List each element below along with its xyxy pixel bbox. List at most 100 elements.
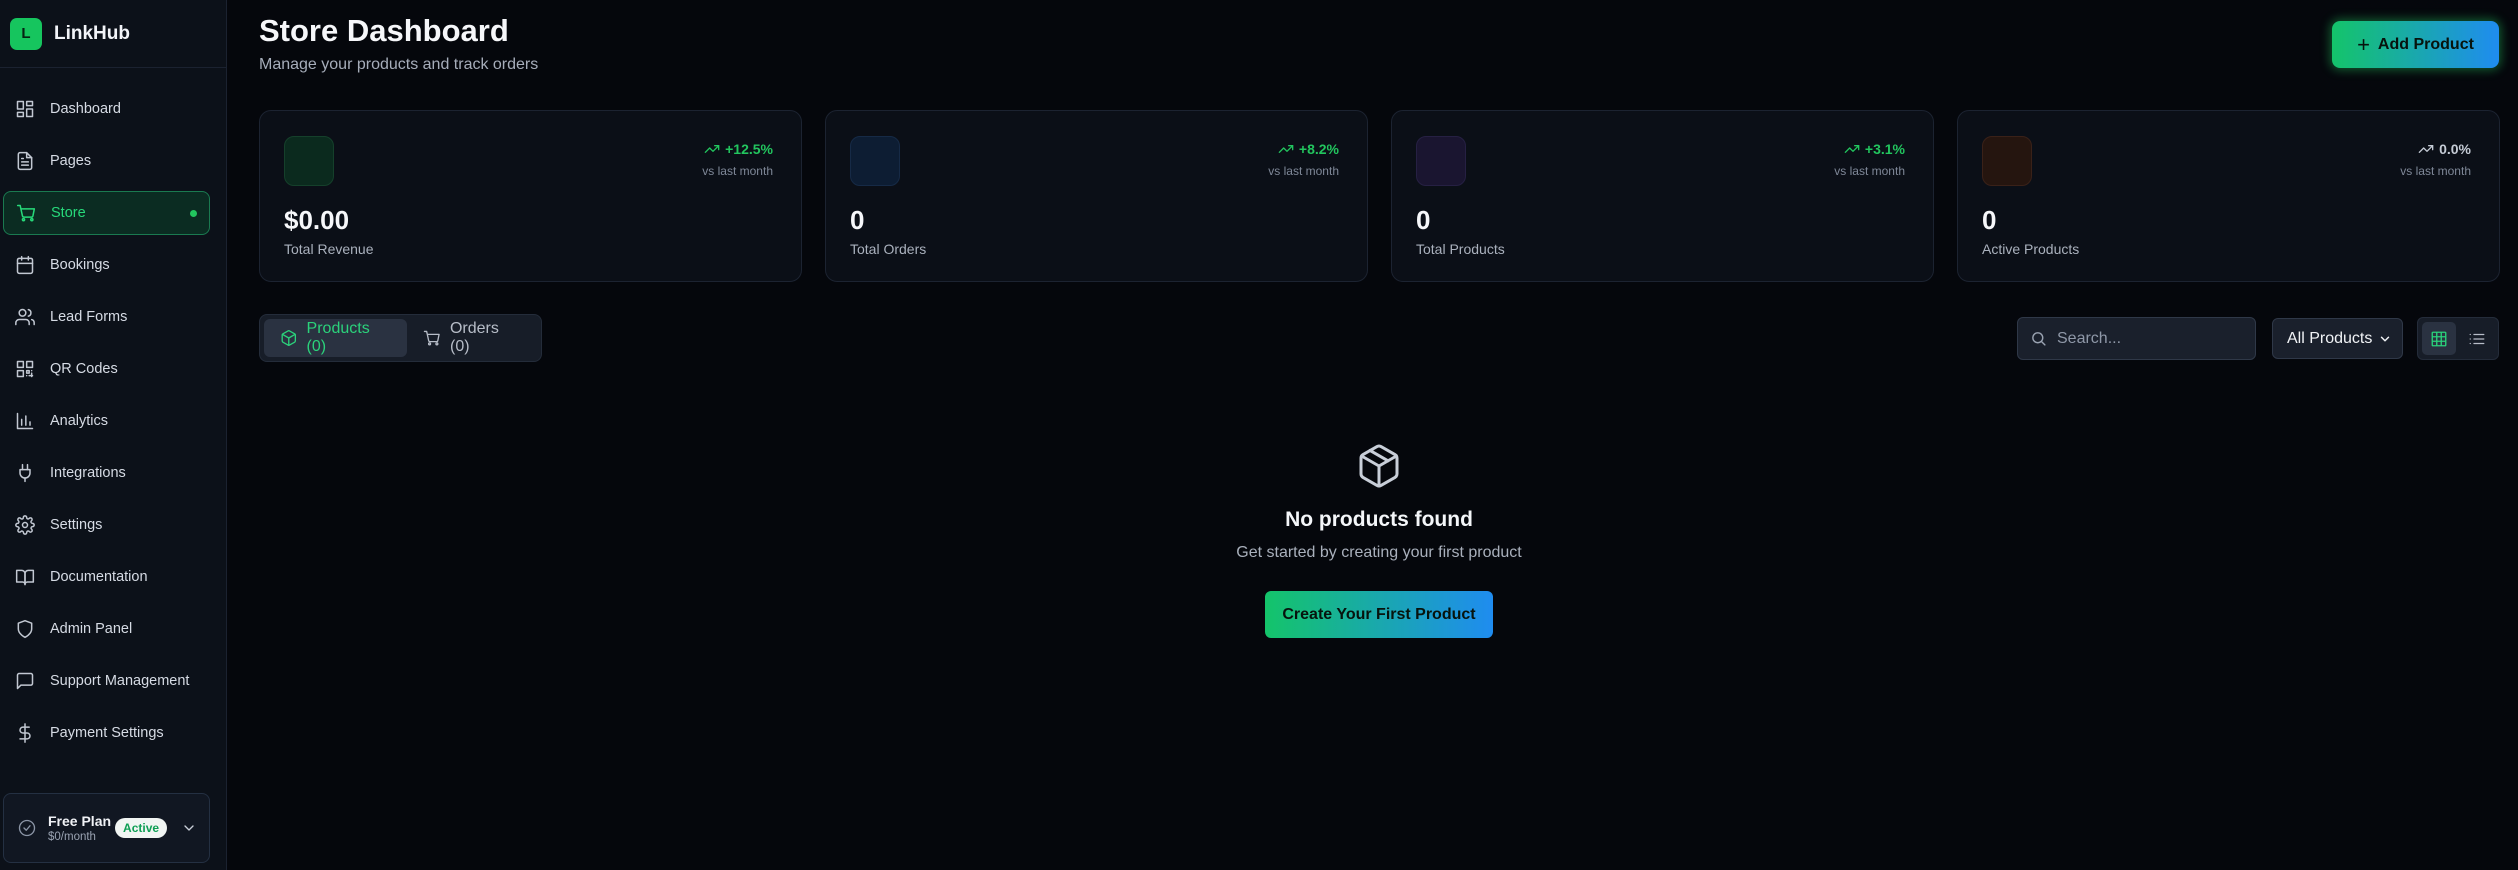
sidebar-item-bookings[interactable]: Bookings xyxy=(3,243,210,287)
sidebar-item-label: Documentation xyxy=(50,569,148,585)
check-circle-icon xyxy=(18,819,36,837)
plan-info: Free Plan $0/month xyxy=(48,813,111,843)
users-icon xyxy=(15,307,35,327)
shield-icon xyxy=(15,619,35,639)
search-box xyxy=(2017,317,2256,360)
gear-icon xyxy=(15,515,35,535)
search-icon xyxy=(2032,332,2046,346)
cart-icon xyxy=(424,330,441,346)
sidebar-item-label: QR Codes xyxy=(50,361,118,377)
stat-card-total-revenue: +12.5% vs last month $0.00 Total Revenue xyxy=(259,110,802,282)
stat-trend-value: +3.1% xyxy=(1864,141,1905,157)
stat-value: $0.00 xyxy=(284,205,350,235)
add-product-label: Add Product xyxy=(2377,35,2474,53)
plan-price: $0/month xyxy=(48,831,96,843)
active-indicator-dot xyxy=(190,209,197,217)
tab-label: Products (0) xyxy=(306,320,370,355)
empty-state-subtitle: Get started by creating your first produ… xyxy=(1236,544,1522,561)
tab-orders[interactable]: Orders (0) xyxy=(407,319,537,357)
stat-value: 0 xyxy=(1416,205,1431,235)
empty-state-title: No products found xyxy=(1285,508,1473,531)
sidebar-item-documentation[interactable]: Documentation xyxy=(3,555,210,599)
brand-name: LinkHub xyxy=(54,22,130,44)
dollar-icon xyxy=(15,723,35,743)
product-filter-select[interactable]: All Products xyxy=(2272,318,2403,359)
sidebar-item-label: Payment Settings xyxy=(50,725,164,741)
sidebar-item-label: Bookings xyxy=(50,257,110,273)
stat-trend: +8.2% xyxy=(1278,141,1339,157)
stat-trend: +3.1% xyxy=(1844,141,1905,157)
grid-view-button[interactable] xyxy=(2422,322,2456,355)
stat-value: 0 xyxy=(1982,205,1997,235)
sidebar-item-label: Lead Forms xyxy=(50,309,128,325)
stat-trend: 0.0% xyxy=(2418,141,2471,157)
stat-trend-value: 0.0% xyxy=(2439,141,2471,157)
document-icon xyxy=(15,151,35,171)
sidebar-item-qr-codes[interactable]: QR Codes xyxy=(3,347,210,391)
sidebar-item-settings[interactable]: Settings xyxy=(3,503,210,547)
box-icon xyxy=(281,330,297,346)
stat-trend: +12.5% xyxy=(704,141,773,157)
sidebar-item-label: Store xyxy=(51,205,86,221)
add-product-button[interactable]: + Add Product xyxy=(2332,21,2499,68)
filter-selected-value: All Products xyxy=(2287,329,2373,347)
plan-name: Free Plan xyxy=(48,813,112,829)
sidebar-item-dashboard[interactable]: Dashboard xyxy=(3,87,210,131)
sidebar-item-support-management[interactable]: Support Management xyxy=(3,659,210,703)
plan-card[interactable]: Free Plan $0/month Active xyxy=(3,793,210,863)
stat-icon-products xyxy=(1416,136,1466,186)
stat-label: Total Orders xyxy=(850,241,927,257)
trend-up-icon xyxy=(1278,145,1294,153)
stat-label: Total Products xyxy=(1416,241,1505,257)
stat-card-total-orders: +8.2% vs last month 0 Total Orders xyxy=(825,110,1368,282)
brand[interactable]: L LinkHub xyxy=(0,0,226,68)
page-title: Store Dashboard xyxy=(259,13,509,48)
stat-label: Active Products xyxy=(1982,241,2080,257)
sidebar-item-label: Support Management xyxy=(50,673,190,689)
sidebar-item-pages[interactable]: Pages xyxy=(3,139,210,183)
sidebar-item-label: Analytics xyxy=(50,413,109,429)
create-first-product-button[interactable]: Create Your First Product xyxy=(1265,591,1493,638)
tab-label: Orders (0) xyxy=(449,320,499,355)
chat-icon xyxy=(15,671,35,691)
bar-chart-icon xyxy=(15,411,35,431)
stat-comparison: vs last month xyxy=(1834,164,1905,178)
dashboard-icon xyxy=(15,99,35,119)
sidebar: L LinkHub Dashboard Pages Store Bookings… xyxy=(0,0,227,870)
sidebar-item-payment-settings[interactable]: Payment Settings xyxy=(3,711,210,755)
sidebar-item-store[interactable]: Store xyxy=(3,191,210,235)
view-toggle xyxy=(2417,317,2499,360)
chevron-down-icon[interactable] xyxy=(181,820,197,836)
store-tabs: Products (0) Orders (0) xyxy=(259,314,542,362)
calendar-icon xyxy=(15,255,35,275)
tab-products[interactable]: Products (0) xyxy=(264,319,408,357)
sidebar-item-analytics[interactable]: Analytics xyxy=(3,399,210,443)
stat-card-active-products: 0.0% vs last month 0 Active Products xyxy=(1957,110,2500,282)
stat-comparison: vs last month xyxy=(2400,164,2471,178)
stat-comparison: vs last month xyxy=(1268,164,1339,178)
list-icon xyxy=(2469,333,2485,344)
sidebar-nav: Dashboard Pages Store Bookings Lead Form… xyxy=(3,87,210,763)
stat-trend-value: +12.5% xyxy=(725,141,773,157)
sidebar-item-label: Admin Panel xyxy=(50,621,133,637)
stat-card-total-products: +3.1% vs last month 0 Total Products xyxy=(1391,110,1934,282)
stat-label: Total Revenue xyxy=(284,241,374,257)
plus-icon: + xyxy=(2357,31,2370,57)
sidebar-item-admin-panel[interactable]: Admin Panel xyxy=(3,607,210,651)
list-view-button[interactable] xyxy=(2460,322,2494,355)
search-input[interactable] xyxy=(2057,329,2247,348)
chevron-down-icon xyxy=(2380,336,2390,341)
package-icon xyxy=(1355,442,1403,490)
sidebar-item-integrations[interactable]: Integrations xyxy=(3,451,210,495)
grid-icon xyxy=(2431,331,2447,346)
plug-icon xyxy=(15,463,35,483)
plan-status-badge: Active xyxy=(115,818,168,838)
book-icon xyxy=(15,567,35,587)
sidebar-item-label: Integrations xyxy=(50,465,126,481)
sidebar-item-lead-forms[interactable]: Lead Forms xyxy=(3,295,210,339)
brand-logo: L xyxy=(10,17,42,50)
trend-up-icon xyxy=(704,145,720,153)
stat-value: 0 xyxy=(850,205,865,235)
qr-code-icon xyxy=(15,359,35,379)
stat-icon-revenue xyxy=(284,136,334,186)
